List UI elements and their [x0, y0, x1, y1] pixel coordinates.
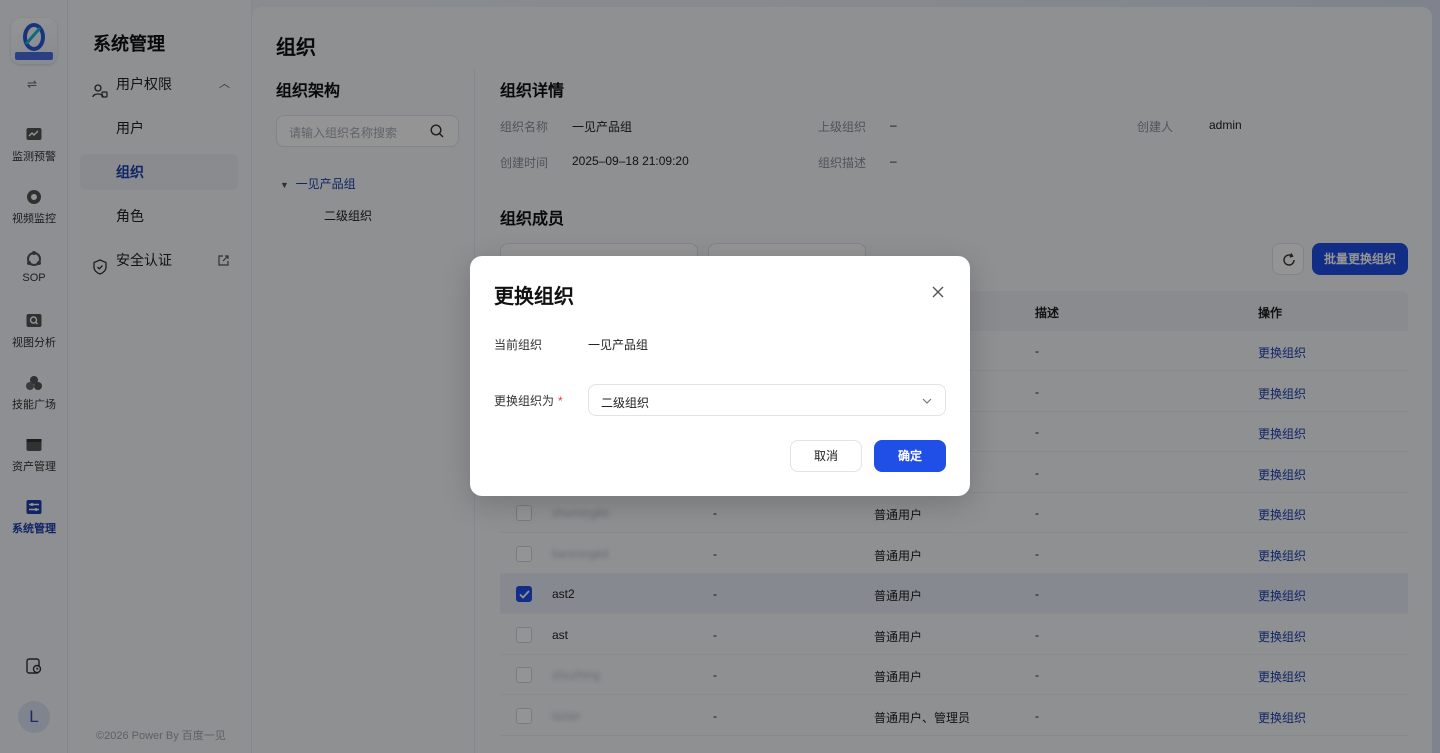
change-org-dialog: 更换组织 当前组织 一见产品组 更换组织为 * 二级组织 取消 确定 [470, 256, 970, 496]
current-org-label: 当前组织 [494, 338, 543, 352]
close-icon[interactable] [930, 284, 946, 300]
dialog-title: 更换组织 [494, 286, 574, 308]
target-org-value: 二级组织 [601, 396, 650, 410]
required-mark: * [558, 394, 563, 408]
cancel-button[interactable]: 取消 [790, 440, 862, 472]
confirm-button[interactable]: 确定 [874, 440, 946, 472]
chevron-down-icon [921, 395, 933, 410]
target-org-label: 更换组织为 * [494, 392, 563, 409]
target-org-label-text: 更换组织为 [494, 394, 555, 408]
target-org-select[interactable]: 二级组织 [588, 384, 946, 416]
current-org-value: 一见产品组 [588, 338, 649, 352]
